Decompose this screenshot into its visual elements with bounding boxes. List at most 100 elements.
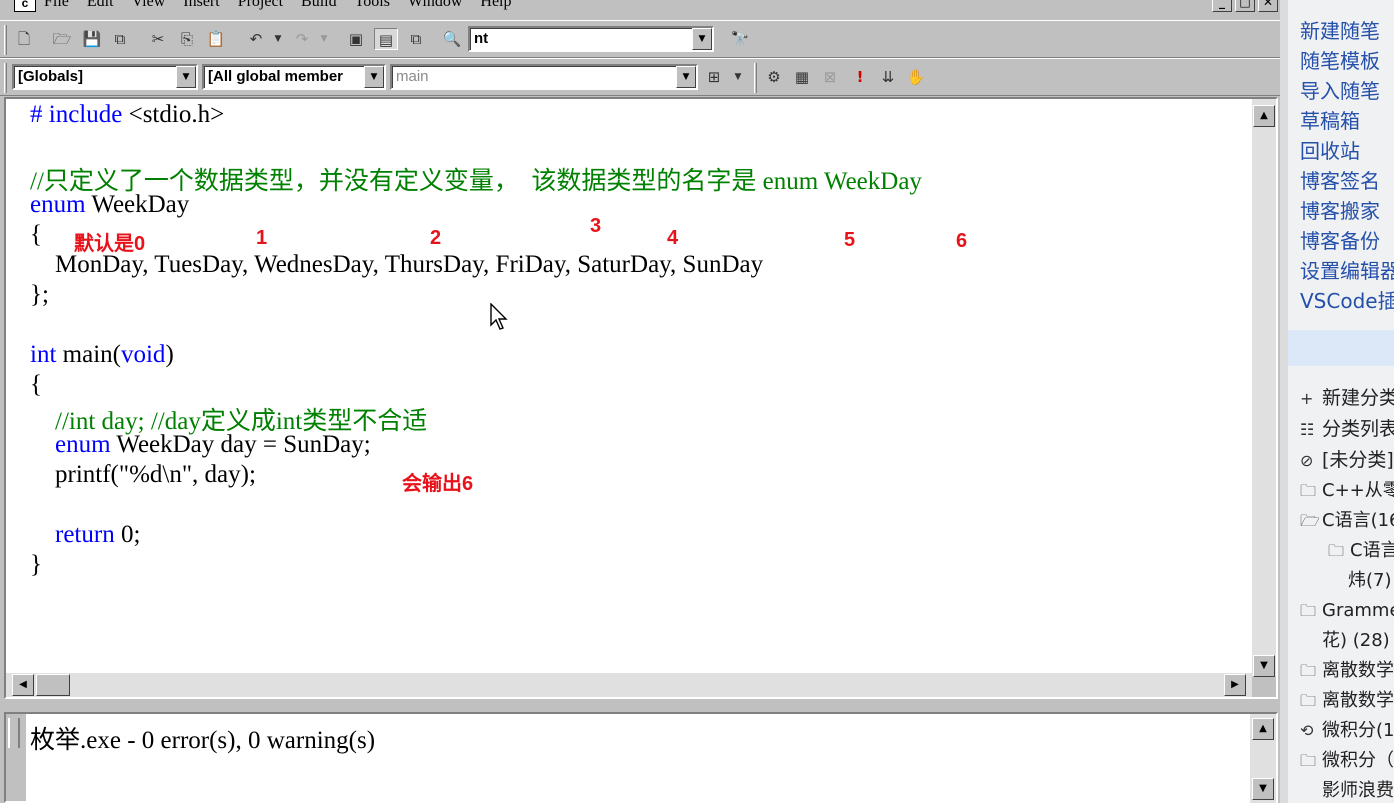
editor-horizontal-scrollbar[interactable]: ◀ ▶	[6, 673, 1252, 697]
category-item[interactable]: 🗀 微积分（	[1300, 746, 1394, 776]
category-item[interactable]: ⟲ 微积分(1	[1300, 716, 1394, 746]
drafts-link[interactable]: 草稿箱	[1300, 106, 1394, 136]
close-button[interactable]: ✕	[1258, 0, 1278, 12]
go-icon[interactable]: ⇊	[876, 66, 900, 88]
copy-icon[interactable]: ⎘	[175, 28, 199, 50]
annotation-4: 4	[667, 227, 679, 249]
menu-file[interactable]: File	[44, 0, 69, 11]
find-in-files-icon[interactable]: 🔍	[440, 28, 464, 50]
category-item[interactable]: 🗀 离散数学	[1300, 656, 1394, 686]
scroll-down-button[interactable]: ▼	[1253, 655, 1275, 677]
category-label: 花) (28)	[1322, 630, 1390, 651]
toolbar-grip[interactable]	[4, 25, 7, 55]
category-list-item[interactable]: ☷ 分类列表	[1300, 414, 1394, 445]
wizard-dropdown-icon[interactable]: ▼	[726, 66, 750, 88]
wizard-icon[interactable]: ⊞	[702, 66, 726, 88]
build-icon[interactable]: ▦	[790, 66, 814, 88]
category-item-continued: 影师浪费	[1300, 776, 1394, 803]
scroll-down-button[interactable]: ▼	[1252, 778, 1274, 800]
undo-icon[interactable]: ↶	[244, 28, 268, 50]
workspace-icon[interactable]: ▣	[344, 28, 368, 50]
category-item[interactable]: 🗀 C++从零	[1300, 476, 1394, 506]
code-line-int-comment: //int day; //day定义成int类型不合适	[30, 408, 428, 435]
toolbar-grip[interactable]	[754, 63, 757, 93]
new-post-link[interactable]: 新建随笔	[1300, 16, 1394, 46]
code-line-return: return 0;	[30, 521, 140, 551]
class-combo[interactable]: [Globals] ▼	[12, 64, 198, 90]
uncategorized-item[interactable]: ⊘ [未分类]	[1300, 445, 1394, 476]
new-file-icon[interactable]: 🗋	[12, 28, 36, 50]
category-item[interactable]: 🗁 C语言(16	[1300, 506, 1394, 536]
blog-move-link[interactable]: 博客搬家	[1300, 196, 1394, 226]
toolbar-grip[interactable]	[4, 63, 7, 93]
editor-settings-link[interactable]: 设置编辑器	[1300, 256, 1394, 286]
minimize-button[interactable]: _	[1212, 0, 1232, 12]
blog-backup-link[interactable]: 博客备份	[1300, 226, 1394, 256]
redo-icon[interactable]: ↷	[290, 28, 314, 50]
category-label: 微积分(1	[1322, 720, 1394, 741]
scroll-right-button[interactable]: ▶	[1224, 674, 1246, 696]
scroll-left-button[interactable]: ◀	[12, 674, 34, 696]
stop-build-icon[interactable]: ⊠	[818, 66, 842, 88]
chevron-down-icon[interactable]: ▼	[692, 28, 712, 50]
void-keyword: void	[120, 341, 166, 368]
member-filter-combo[interactable]: [All global member ▼	[202, 64, 386, 90]
category-label: 微积分（	[1322, 750, 1394, 771]
editor-vertical-scrollbar[interactable]: ▲ ▼	[1252, 99, 1276, 677]
window-controls: _ □ ✕	[1212, 0, 1278, 12]
recycle-bin-link[interactable]: 回收站	[1300, 136, 1394, 166]
subcategory-item[interactable]: 🗀 C语言	[1300, 536, 1394, 566]
category-label: 炜(7)	[1348, 570, 1392, 591]
find-combo[interactable]: nt ▼	[468, 26, 714, 52]
scroll-up-button[interactable]: ▲	[1253, 105, 1275, 127]
undo-dropdown-icon[interactable]: ▼	[266, 28, 290, 50]
blog-signature-link[interactable]: 博客签名	[1300, 166, 1394, 196]
subcategory-item-continued: 炜(7)	[1300, 566, 1394, 596]
find-icon[interactable]: 🔭	[728, 28, 752, 50]
post-template-link[interactable]: 随笔模板	[1300, 46, 1394, 76]
menu-window[interactable]: Window	[408, 0, 462, 11]
output-grip[interactable]	[8, 718, 20, 748]
code-area[interactable]: # include <stdio.h> //只定义了一个数据类型，并没有定义变量…	[6, 99, 1252, 677]
save-icon[interactable]: 💾	[80, 28, 104, 50]
menu-insert[interactable]: Insert	[183, 0, 219, 11]
menu-tools[interactable]: Tools	[355, 0, 390, 11]
menu-help[interactable]: Help	[480, 0, 511, 11]
blog-sidebar: 新建随笔 随笔模板 导入随笔 草稿箱 回收站 博客签名 博客搬家 博客备份 设置…	[1280, 0, 1394, 803]
function-combo[interactable]: main ▼	[390, 64, 698, 90]
paste-icon[interactable]: 📋	[204, 28, 228, 50]
restore-button[interactable]: □	[1235, 0, 1255, 12]
chevron-down-icon[interactable]: ▼	[176, 66, 196, 88]
vscode-plugin-link[interactable]: VSCode插件	[1300, 286, 1394, 316]
menu-edit[interactable]: Edit	[87, 0, 114, 11]
menu-build[interactable]: Build	[301, 0, 337, 11]
cut-icon[interactable]: ✂	[146, 28, 170, 50]
app-icon: c	[14, 0, 36, 12]
scroll-up-button[interactable]: ▲	[1252, 718, 1274, 740]
horizontal-scroll-thumb[interactable]	[36, 674, 70, 696]
menu-view[interactable]: View	[132, 0, 166, 11]
compile-icon[interactable]: ⚙	[762, 66, 786, 88]
output-vertical-scrollbar[interactable]: ▲ ▼	[1250, 714, 1276, 803]
output-icon[interactable]: ▤	[374, 28, 398, 50]
window-list-icon[interactable]: ⧉	[404, 28, 428, 50]
save-all-icon[interactable]: ⧉	[108, 28, 132, 50]
folder-icon: 🗀	[1328, 541, 1345, 560]
chevron-down-icon[interactable]: ▼	[364, 66, 384, 88]
new-category-item[interactable]: + 新建分类	[1300, 383, 1394, 414]
category-item[interactable]: 🗀 Grammer	[1300, 596, 1394, 626]
category-item-continued: 花) (28)	[1300, 626, 1394, 656]
menu-project[interactable]: Project	[238, 0, 283, 11]
redo-dropdown-icon[interactable]: ▼	[312, 28, 336, 50]
annotation-5: 5	[844, 229, 856, 251]
chevron-down-icon[interactable]: ▼	[676, 66, 696, 88]
output-area[interactable]: 枚举.exe - 0 error(s), 0 warning(s)	[26, 714, 1252, 803]
execute-icon[interactable]: !	[848, 66, 872, 88]
breakpoint-icon[interactable]: ✋	[904, 66, 928, 88]
annotation-2: 2	[430, 227, 442, 249]
directive-keyword: # include	[30, 101, 123, 128]
category-label: C++从零	[1322, 480, 1394, 501]
category-item[interactable]: 🗀 离散数学	[1300, 686, 1394, 716]
open-folder-icon[interactable]: 🗁	[50, 28, 74, 50]
import-posts-link[interactable]: 导入随笔	[1300, 76, 1394, 106]
